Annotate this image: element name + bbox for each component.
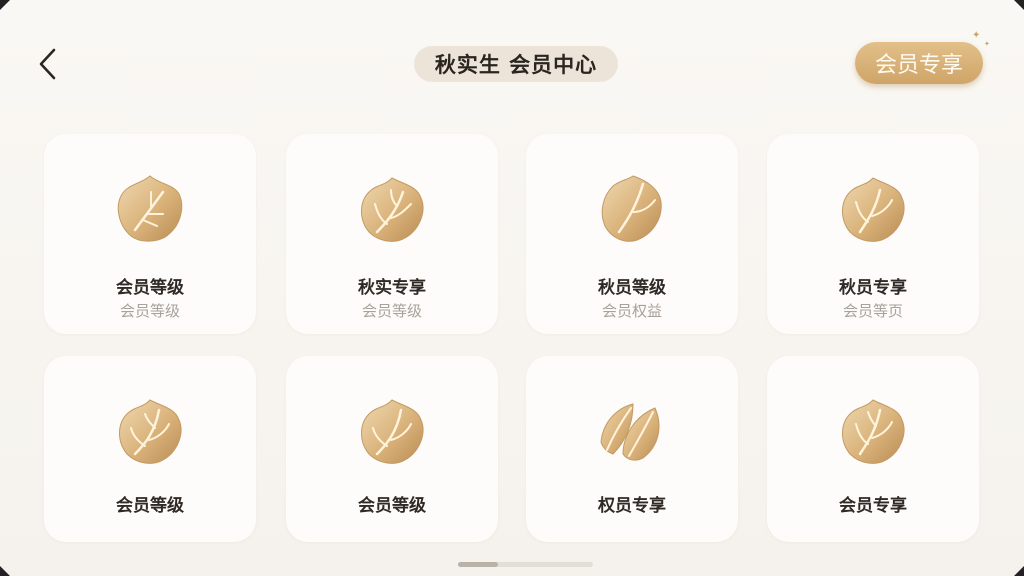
card-member-level-3[interactable]: 会员等级 bbox=[286, 356, 498, 542]
card-member-exclusive[interactable]: 会员专享 bbox=[767, 356, 979, 542]
card-member-level[interactable]: 会员等级 会员等级 bbox=[44, 134, 256, 334]
gold-sprout-leaf-icon bbox=[353, 170, 431, 248]
card-qiuyuan-level[interactable]: 秋员等级 会员权益 bbox=[526, 134, 738, 334]
gold-sprout-leaf-icon bbox=[111, 392, 189, 470]
card-member-level-2[interactable]: 会员等级 bbox=[44, 356, 256, 542]
card-quanyuan-exclusive[interactable]: 权员专享 bbox=[526, 356, 738, 542]
card-label: 秋员专享 bbox=[839, 278, 907, 298]
card-label: 会员专享 bbox=[839, 496, 907, 516]
card-label: 权员专享 bbox=[598, 496, 666, 516]
card-sublabel: 会员等页 bbox=[842, 302, 903, 320]
chevron-left-icon bbox=[39, 48, 56, 80]
gold-leaf-icon bbox=[593, 170, 671, 248]
member-exclusive-button[interactable]: 会员专享 bbox=[855, 42, 983, 84]
sparkle-icon: ✦ bbox=[972, 30, 981, 41]
card-sublabel: 会员等级 bbox=[361, 302, 422, 320]
sparkle-icon: ✦ bbox=[984, 40, 990, 48]
card-qiuyuan-exclusive[interactable]: 秋员专享 会员等页 bbox=[767, 134, 979, 334]
card-sublabel: 会员权益 bbox=[601, 302, 662, 320]
page-title: 秋实生 会员中心 bbox=[414, 46, 618, 82]
back-button[interactable] bbox=[30, 44, 66, 84]
gold-sprout-leaf-icon bbox=[353, 392, 431, 470]
card-label: 秋实专享 bbox=[358, 278, 426, 298]
card-qiushi-exclusive[interactable]: 秋实专享 会员等级 bbox=[286, 134, 498, 334]
card-sublabel: 会员等级 bbox=[119, 302, 180, 320]
card-label: 会员等级 bbox=[116, 496, 184, 516]
scroll-indicator-thumb bbox=[458, 562, 498, 567]
card-label: 会员等级 bbox=[116, 278, 184, 298]
gold-sprout-leaf-icon bbox=[834, 392, 912, 470]
card-label: 秋员等级 bbox=[598, 278, 666, 298]
card-label: 会员等级 bbox=[358, 496, 426, 516]
gold-leaf-icon bbox=[111, 170, 189, 248]
gold-falling-leaf-icon bbox=[593, 392, 671, 470]
gold-sprout-leaf-icon bbox=[834, 170, 912, 248]
